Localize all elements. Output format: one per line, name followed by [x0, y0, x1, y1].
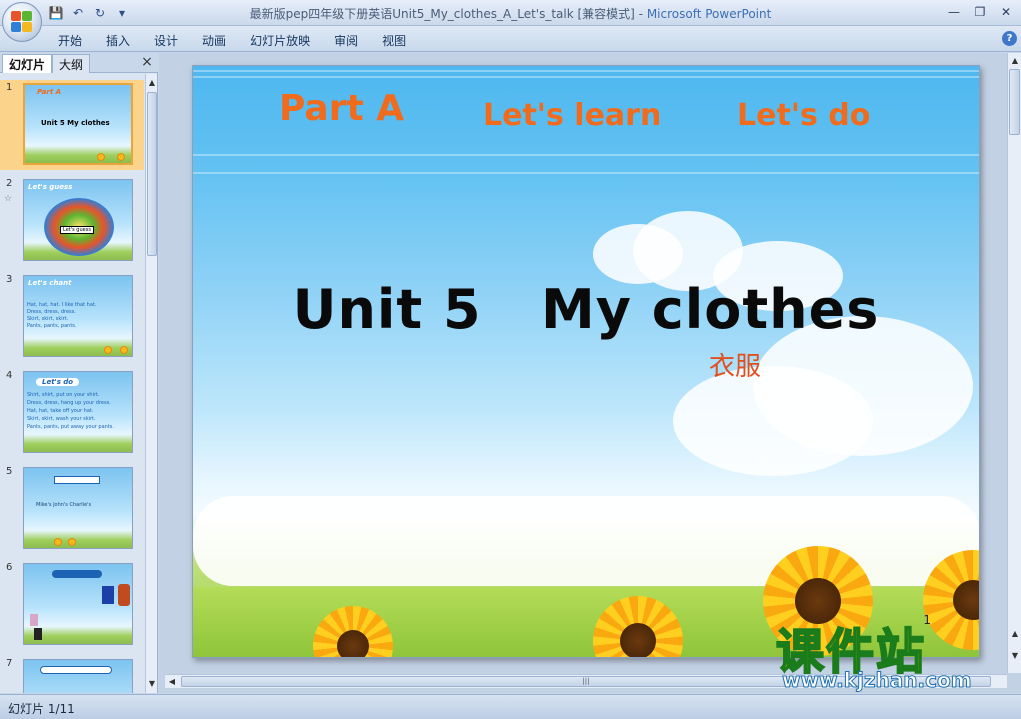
restore-icon[interactable]: ❐: [969, 3, 991, 21]
next-slide-icon[interactable]: ▼: [1009, 649, 1021, 663]
office-logo-icon: [11, 11, 33, 33]
thumbnail-scrollbar[interactable]: ▲ ▼: [145, 74, 157, 693]
editor-vertical-scrollbar[interactable]: ▲ ▲ ▼: [1007, 53, 1021, 673]
slide-thumbnail-6[interactable]: 6: [0, 560, 144, 650]
window-controls: — ❐ ✕: [943, 3, 1017, 21]
pane-tabs: 幻灯片 大纲 ×: [0, 53, 158, 73]
slide-counter: 幻灯片 1/11: [8, 702, 75, 716]
slide-editor: Part A Let's learn Let's do Unit 5 My cl…: [159, 53, 1021, 693]
slide-thumbnail-1[interactable]: 1 Part A Unit 5 My clothes: [0, 80, 144, 170]
scroll-up-icon[interactable]: ▲: [146, 76, 158, 90]
animation-star-icon: ☆: [4, 194, 13, 204]
current-slide[interactable]: Part A Let's learn Let's do Unit 5 My cl…: [192, 65, 980, 658]
watermark-logo: 课件站 www.kjzhan.com: [770, 612, 1010, 694]
help-icon[interactable]: ?: [1002, 31, 1017, 46]
document-title: 最新版pep四年级下册英语Unit5_My_clothes_A_Let's_ta…: [249, 7, 635, 21]
status-bar: 幻灯片 1/11: [0, 694, 1021, 719]
tab-view[interactable]: 视图: [370, 30, 418, 51]
ribbon-tabs: 开始 插入 设计 动画 幻灯片放映 审阅 视图: [46, 30, 418, 51]
tab-outline[interactable]: 大纲: [52, 54, 91, 73]
close-icon[interactable]: ×: [140, 55, 154, 69]
window-title: 最新版pep四年级下册英语Unit5_My_clothes_A_Let's_ta…: [249, 7, 772, 21]
tab-slides[interactable]: 幻灯片: [2, 54, 53, 73]
slide-thumbnail-2[interactable]: 2 ☆ Let's guess Let's guess: [0, 176, 144, 266]
app-name: Microsoft PowerPoint: [646, 7, 772, 21]
scrollbar-thumb[interactable]: [147, 92, 157, 256]
slide-thumbnail-3[interactable]: 3 Let's chant Hat, hat, hat. I like that…: [0, 272, 144, 362]
tab-insert[interactable]: 插入: [94, 30, 142, 51]
slide-title: Unit 5 My clothes: [292, 278, 880, 341]
slide-subtitle: 衣服: [709, 352, 762, 382]
slides-pane: 幻灯片 大纲 × 1 Part A Unit 5 My clothes 2 ☆ …: [0, 53, 158, 693]
heading-lets-do: Let's do: [737, 98, 871, 133]
office-button[interactable]: [2, 2, 42, 42]
watermark-url: www.kjzhan.com: [782, 668, 973, 693]
tab-slideshow[interactable]: 幻灯片放映: [238, 30, 322, 51]
prev-slide-icon[interactable]: ▲: [1009, 627, 1021, 641]
scroll-left-icon[interactable]: ◀: [166, 675, 178, 689]
slide-thumbnail-7[interactable]: 7: [0, 656, 144, 693]
tab-review[interactable]: 审阅: [322, 30, 370, 51]
tab-design[interactable]: 设计: [142, 30, 190, 51]
minimize-icon[interactable]: —: [943, 3, 965, 21]
close-icon[interactable]: ✕: [995, 3, 1017, 21]
scrollbar-thumb[interactable]: [1009, 69, 1020, 135]
tab-home[interactable]: 开始: [46, 30, 94, 51]
tab-animations[interactable]: 动画: [190, 30, 238, 51]
ribbon: 开始 插入 设计 动画 幻灯片放映 审阅 视图 ?: [0, 26, 1021, 52]
title-bar: 💾 ↶ ↻ ▾ 最新版pep四年级下册英语Unit5_My_clothes_A_…: [0, 0, 1021, 26]
heading-part-a: Part A: [279, 88, 405, 129]
scroll-up-icon[interactable]: ▲: [1009, 54, 1021, 68]
thumbnail-list: 1 Part A Unit 5 My clothes 2 ☆ Let's gue…: [0, 74, 144, 693]
scroll-down-icon[interactable]: ▼: [146, 677, 158, 691]
slide-thumbnail-4[interactable]: 4 Let's do Shirt, shirt, put on your shi…: [0, 368, 144, 458]
slide-thumbnail-5[interactable]: 5 Mike's John's Charlie's: [0, 464, 144, 554]
heading-lets-learn: Let's learn: [483, 98, 662, 133]
